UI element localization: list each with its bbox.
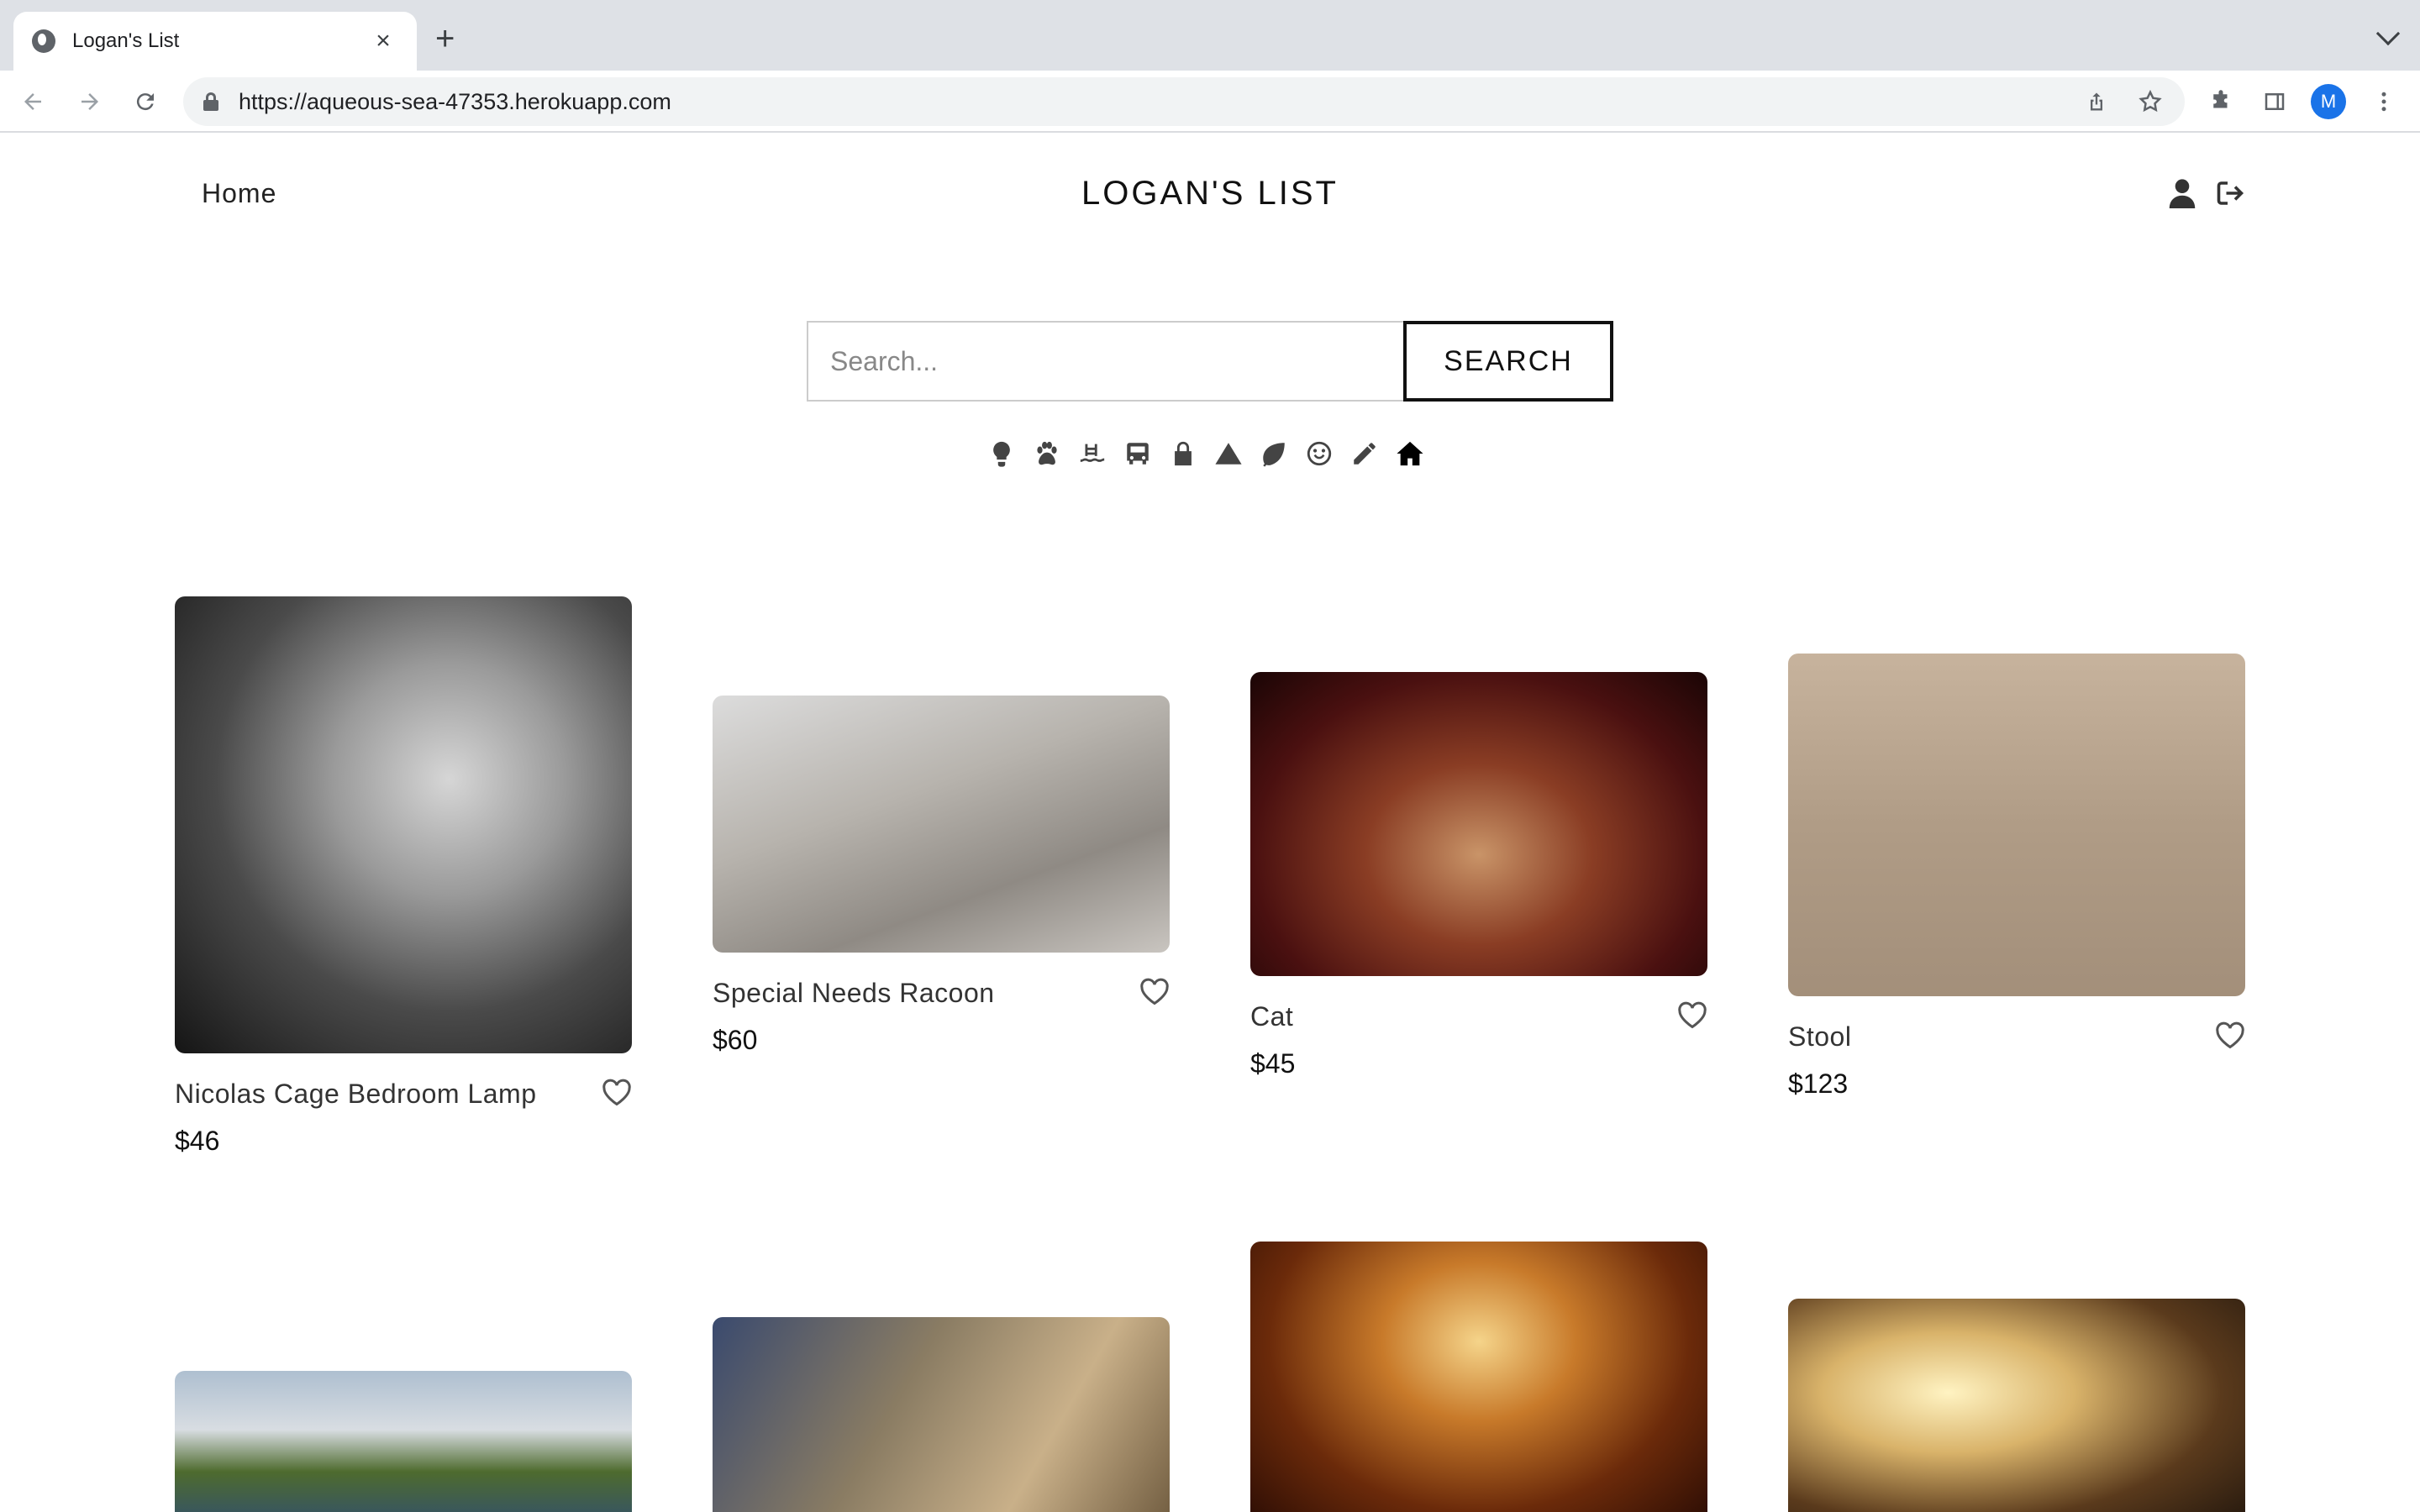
swimmer-icon[interactable] bbox=[1076, 437, 1109, 470]
product-card[interactable] bbox=[1250, 1242, 1707, 1512]
product-price: $60 bbox=[713, 1025, 758, 1055]
product-card[interactable]: Stool $123 bbox=[1788, 654, 2245, 1099]
address-bar[interactable]: https://aqueous-sea-47353.herokuapp.com bbox=[183, 77, 2185, 126]
product-card[interactable]: Nicolas Cage Bedroom Lamp $46 bbox=[175, 596, 632, 1156]
product-name[interactable]: Stool bbox=[1788, 1021, 1851, 1053]
product-image[interactable] bbox=[1788, 1299, 2245, 1512]
product-card[interactable]: Cat $45 bbox=[1250, 672, 1707, 1079]
browser-toolbar: https://aqueous-sea-47353.herokuapp.com … bbox=[0, 71, 2420, 133]
heart-icon[interactable] bbox=[602, 1079, 632, 1107]
lock-icon[interactable] bbox=[1166, 437, 1200, 470]
product-image[interactable] bbox=[1250, 1242, 1707, 1512]
product-name[interactable]: Nicolas Cage Bedroom Lamp bbox=[175, 1079, 536, 1110]
forward-button[interactable] bbox=[76, 87, 104, 116]
chevron-down-icon[interactable] bbox=[2375, 21, 2401, 46]
product-price: $46 bbox=[175, 1126, 220, 1156]
pencil-icon[interactable] bbox=[1348, 437, 1381, 470]
page-content: Home LOGAN'S LIST SEARCH bbox=[0, 133, 2420, 1512]
bookmark-star-icon[interactable] bbox=[2136, 87, 2165, 116]
mountain-icon[interactable] bbox=[1212, 437, 1245, 470]
product-image[interactable] bbox=[713, 696, 1170, 953]
home-icon[interactable] bbox=[1393, 437, 1427, 470]
globe-icon bbox=[32, 29, 55, 53]
lightbulb-icon[interactable] bbox=[985, 437, 1018, 470]
product-image[interactable] bbox=[175, 1371, 632, 1512]
product-name[interactable]: Special Needs Racoon bbox=[713, 978, 995, 1009]
product-card[interactable] bbox=[713, 1317, 1170, 1512]
side-panel-icon[interactable] bbox=[2260, 87, 2289, 116]
back-button[interactable] bbox=[18, 87, 47, 116]
url-text[interactable]: https://aqueous-sea-47353.herokuapp.com bbox=[239, 89, 671, 115]
heart-icon[interactable] bbox=[2215, 1021, 2245, 1050]
product-image[interactable] bbox=[1788, 654, 2245, 996]
product-name[interactable]: Cat bbox=[1250, 1001, 1293, 1032]
product-image[interactable] bbox=[713, 1317, 1170, 1512]
logout-icon[interactable] bbox=[2215, 178, 2245, 208]
new-tab-button[interactable]: + bbox=[435, 22, 455, 55]
browser-tab[interactable]: Logan's List × bbox=[13, 12, 417, 71]
close-tab-icon[interactable]: × bbox=[368, 26, 398, 56]
product-card[interactable] bbox=[1788, 1299, 2245, 1512]
product-card[interactable]: Special Needs Racoon $60 bbox=[713, 696, 1170, 1055]
bus-icon[interactable] bbox=[1121, 437, 1155, 470]
tab-title: Logan's List bbox=[72, 29, 180, 52]
product-image[interactable] bbox=[175, 596, 632, 1053]
paw-icon[interactable] bbox=[1030, 437, 1064, 470]
reload-button[interactable] bbox=[131, 87, 160, 116]
extensions-icon[interactable] bbox=[2207, 87, 2235, 116]
product-price: $45 bbox=[1250, 1048, 1296, 1079]
menu-kebab-icon[interactable] bbox=[2370, 87, 2398, 116]
lock-icon bbox=[203, 92, 218, 111]
category-filter-bar bbox=[985, 437, 1439, 470]
site-title[interactable]: LOGAN'S LIST bbox=[0, 175, 2420, 213]
product-price: $123 bbox=[1788, 1068, 1849, 1099]
search-button[interactable]: SEARCH bbox=[1403, 321, 1613, 402]
browser-tabstrip: Logan's List × + bbox=[0, 0, 2420, 71]
user-icon[interactable] bbox=[2168, 178, 2196, 208]
profile-avatar[interactable]: M bbox=[2311, 84, 2346, 119]
smile-icon[interactable] bbox=[1302, 437, 1336, 470]
product-card[interactable] bbox=[175, 1371, 632, 1512]
heart-icon[interactable] bbox=[1139, 978, 1170, 1006]
product-image[interactable] bbox=[1250, 672, 1707, 976]
heart-icon[interactable] bbox=[1677, 1001, 1707, 1030]
leaf-icon[interactable] bbox=[1257, 437, 1291, 470]
share-icon[interactable] bbox=[2082, 87, 2111, 116]
search-input[interactable] bbox=[807, 321, 1405, 402]
